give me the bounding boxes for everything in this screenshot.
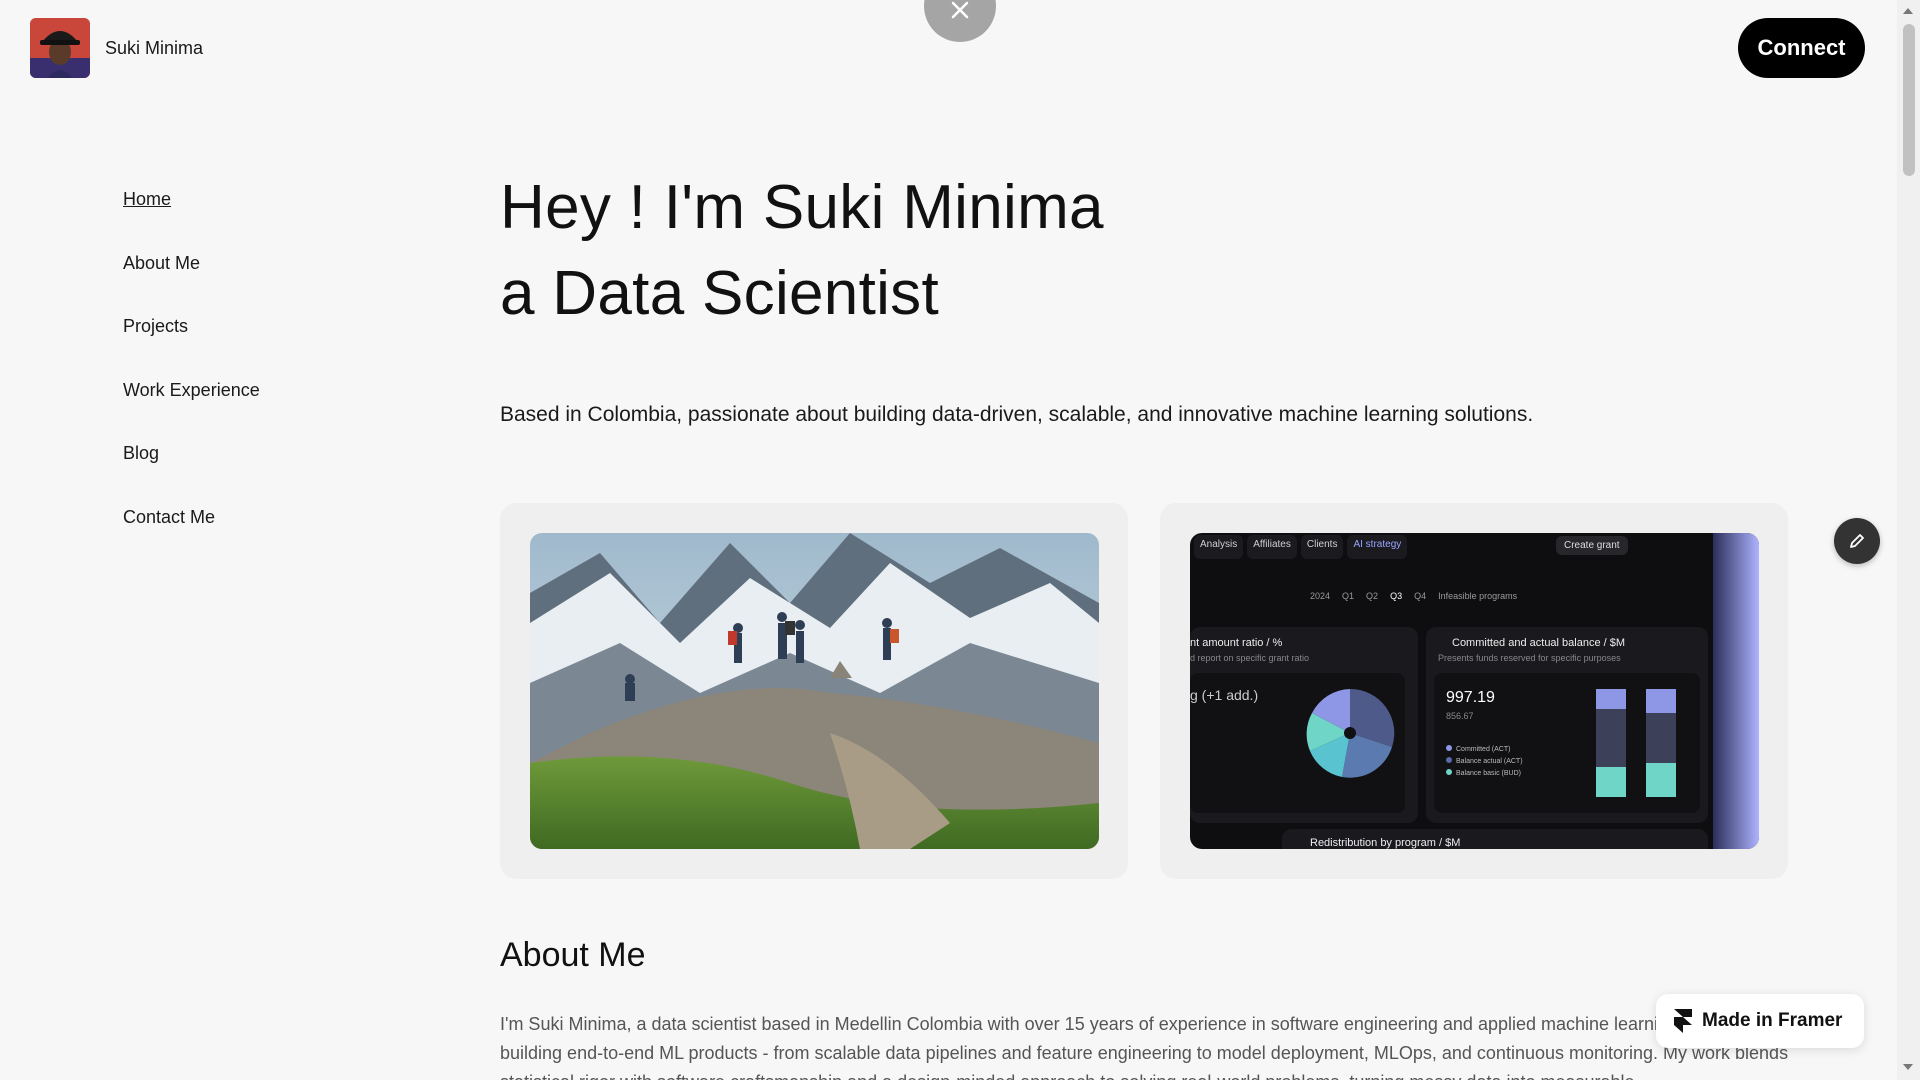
hero-subtitle: Based in Colombia, passionate about buil… <box>500 403 1534 426</box>
dashboard-tabs: Analysis Affiliates Clients AI strategy <box>1190 533 1411 561</box>
scrollbar[interactable] <box>1897 0 1920 1080</box>
panel-ratio-subtitle: d report on specific grant ratio <box>1190 653 1310 663</box>
pie-chart <box>1306 688 1395 778</box>
nav-item-home[interactable]: Home <box>123 186 260 250</box>
balance-sub-value: 856.67 <box>1446 711 1474 721</box>
panel-balance-subtitle: Presents funds reserved for specific pur… <box>1438 653 1621 663</box>
panel-balance-inner: 997.19 856.67 Committed (ACT) Balance ac… <box>1434 673 1700 813</box>
panel-ratio-inner: g (+1 add.) <box>1190 673 1405 813</box>
scroll-up-arrow[interactable] <box>1903 8 1913 14</box>
nav-item-work-experience[interactable]: Work Experience <box>123 377 260 441</box>
hero-title-line-2: a Data Scientist <box>500 259 940 328</box>
nav-item-about-me[interactable]: About Me <box>123 250 260 314</box>
filter-year: 2024 <box>1310 591 1331 601</box>
tab-clients: Clients <box>1300 535 1344 559</box>
pencil-icon <box>1850 534 1864 548</box>
panel-ratio: nt amount ratio / % d report on specific… <box>1190 627 1418 823</box>
scroll-down-arrow[interactable] <box>1903 1064 1913 1070</box>
hero-title-line-1: Hey ! I'm Suki Minima <box>500 173 1104 242</box>
balance-value: 997.19 <box>1446 689 1495 706</box>
nav-item-blog[interactable]: Blog <box>123 440 260 504</box>
close-button[interactable] <box>924 0 996 42</box>
legend-balance-actual: Balance actual (ACT) <box>1456 758 1523 765</box>
edit-button[interactable] <box>1834 518 1880 564</box>
filter-infeasible: Infeasible programs <box>1438 591 1518 601</box>
close-icon <box>951 1 969 19</box>
tab-affiliates: Affiliates <box>1247 535 1297 559</box>
sidebar-nav: Home About Me Projects Work Experience B… <box>123 186 260 567</box>
panel-balance-title: Committed and actual balance / $M <box>1452 637 1626 649</box>
made-in-framer-label: Made in Framer <box>1702 1010 1843 1031</box>
legend-balance-basic: Balance basic (BUD) <box>1456 770 1521 777</box>
page: Suki Minima Connect Home About Me Projec… <box>0 0 1897 1080</box>
legend-committed: Committed (ACT) <box>1456 746 1511 753</box>
dashboard-filters: 2024 Q1 Q2 Q3 Q4 Infeasible programs <box>1310 591 1517 601</box>
panel-balance: Committed and actual balance / $M Presen… <box>1426 627 1708 823</box>
hiking-photo <box>530 533 1099 849</box>
brand[interactable]: Suki Minima <box>30 18 203 78</box>
avatar <box>30 18 90 78</box>
project-card-hiking[interactable] <box>500 503 1128 879</box>
filter-q4: Q4 <box>1414 591 1427 601</box>
nav-item-projects[interactable]: Projects <box>123 313 260 377</box>
scroll-thumb[interactable] <box>1903 24 1915 176</box>
hero-title: Hey ! I'm Suki Minima a Data Scientist <box>500 165 1104 337</box>
connect-button[interactable]: Connect <box>1738 18 1865 78</box>
panel-redistribution-title: Redistribution by program / $M <box>1310 837 1461 849</box>
about-heading: About Me <box>500 936 646 974</box>
ratio-label: g (+1 add.) <box>1190 687 1259 703</box>
panel-ratio-title: nt amount ratio / % <box>1190 637 1283 649</box>
gloss-overlay <box>1713 533 1759 849</box>
tab-ai-strategy: AI strategy <box>1347 535 1408 559</box>
bar-now <box>1596 689 1626 797</box>
filter-q1: Q1 <box>1342 591 1355 601</box>
project-card-dashboard[interactable]: Analysis Affiliates Clients AI strategy … <box>1160 503 1788 879</box>
dashboard-screenshot: Analysis Affiliates Clients AI strategy … <box>1190 533 1759 849</box>
filter-q3: Q3 <box>1390 591 1403 601</box>
brand-name: Suki Minima <box>105 37 204 58</box>
made-in-framer-badge[interactable]: Made in Framer <box>1656 994 1864 1048</box>
create-grant-button: Create grant <box>1556 536 1628 555</box>
bar-lq <box>1646 689 1676 797</box>
filter-q2: Q2 <box>1366 591 1379 601</box>
panel-redistribution: Redistribution by program / $M <box>1282 829 1708 849</box>
nav-item-contact-me[interactable]: Contact Me <box>123 504 260 568</box>
framer-logo-icon <box>1674 1009 1692 1033</box>
dashboard-mockup: Analysis Affiliates Clients AI strategy … <box>1190 533 1759 849</box>
tab-analysis: Analysis <box>1194 535 1244 559</box>
balance-legend: Committed (ACT) Balance actual (ACT) Bal… <box>1446 745 1523 781</box>
about-text: I'm Suki Minima, a data scientist based … <box>500 1014 1789 1080</box>
